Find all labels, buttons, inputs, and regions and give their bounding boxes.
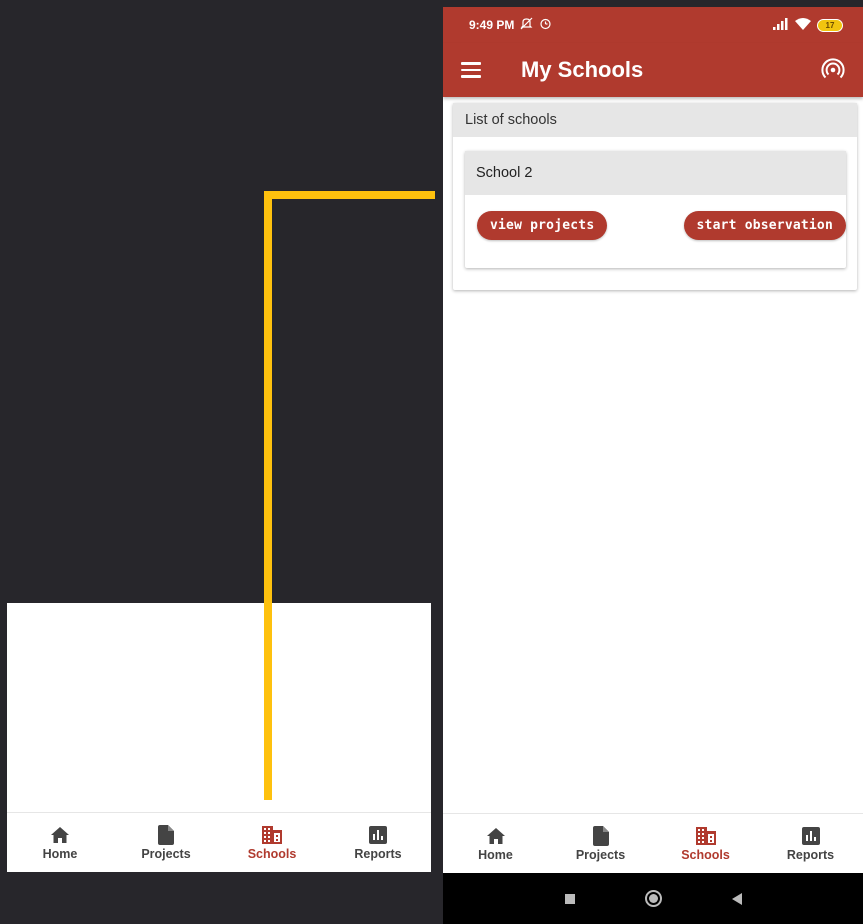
- school-card: School 2 view projects start observation: [465, 151, 846, 268]
- nav-label: Reports: [786, 847, 835, 862]
- app-bar: My Schools: [443, 43, 863, 97]
- start-observation-button[interactable]: start observation: [683, 211, 846, 240]
- view-projects-button[interactable]: view projects: [477, 211, 608, 240]
- menu-icon[interactable]: [461, 57, 487, 83]
- nav-label: Projects: [141, 846, 191, 861]
- bar-chart-icon: [368, 825, 388, 845]
- document-icon: [591, 825, 611, 846]
- document-icon: [156, 824, 176, 845]
- home-icon: [486, 826, 506, 846]
- nav-schools[interactable]: Schools: [653, 814, 758, 873]
- nav-label: Schools: [247, 846, 297, 861]
- battery-icon: 17: [817, 18, 843, 32]
- page-title: My Schools: [521, 57, 644, 82]
- nav-label: Schools: [681, 847, 730, 862]
- status-time: 9:49 PM: [469, 18, 515, 32]
- zoomed-nav-reports[interactable]: Reports: [325, 813, 431, 872]
- wifi-icon: [795, 17, 811, 33]
- annotation-connector-horizontal: [264, 191, 435, 199]
- bottom-nav: Home Projects Schools Reports: [443, 813, 863, 873]
- nav-label: Reports: [354, 846, 402, 861]
- building-icon: [695, 826, 716, 846]
- mute-icon: [520, 17, 533, 33]
- zoomed-nav-projects[interactable]: Projects: [113, 813, 219, 872]
- broadcast-icon[interactable]: [819, 56, 847, 84]
- home-icon: [50, 825, 70, 845]
- schools-list-card: List of schools School 2 view projects s…: [453, 103, 857, 290]
- status-bar: 9:49 PM 17: [443, 7, 863, 43]
- alarm-icon: [539, 17, 552, 33]
- recents-icon[interactable]: [564, 893, 575, 904]
- school-actions: view projects start observation: [465, 195, 846, 240]
- back-icon[interactable]: [731, 892, 742, 905]
- annotation-connector-vertical: [264, 191, 272, 800]
- zoomed-bottom-nav-panel: Home Projects Schools Reports: [7, 603, 431, 872]
- nav-label: Home: [42, 846, 78, 861]
- zoomed-bottom-nav: Home Projects Schools Reports: [7, 812, 431, 872]
- nav-projects[interactable]: Projects: [548, 814, 653, 873]
- schools-list-header: List of schools: [453, 103, 857, 137]
- bar-chart-icon: [801, 826, 821, 846]
- main-content: List of schools School 2 view projects s…: [443, 97, 863, 290]
- signal-icon: [773, 17, 789, 33]
- home-button-icon[interactable]: [644, 890, 662, 907]
- phone-screen: 9:49 PM 17 My Schools List of schools Sc…: [443, 7, 863, 924]
- nav-reports[interactable]: Reports: [758, 814, 863, 873]
- building-icon: [262, 825, 282, 845]
- zoomed-nav-home[interactable]: Home: [7, 813, 113, 872]
- nav-home[interactable]: Home: [443, 814, 548, 873]
- zoomed-nav-schools[interactable]: Schools: [219, 813, 325, 872]
- school-name: School 2: [465, 151, 846, 195]
- system-nav-bar: [443, 873, 863, 924]
- nav-label: Projects: [575, 847, 626, 862]
- nav-label: Home: [478, 847, 513, 862]
